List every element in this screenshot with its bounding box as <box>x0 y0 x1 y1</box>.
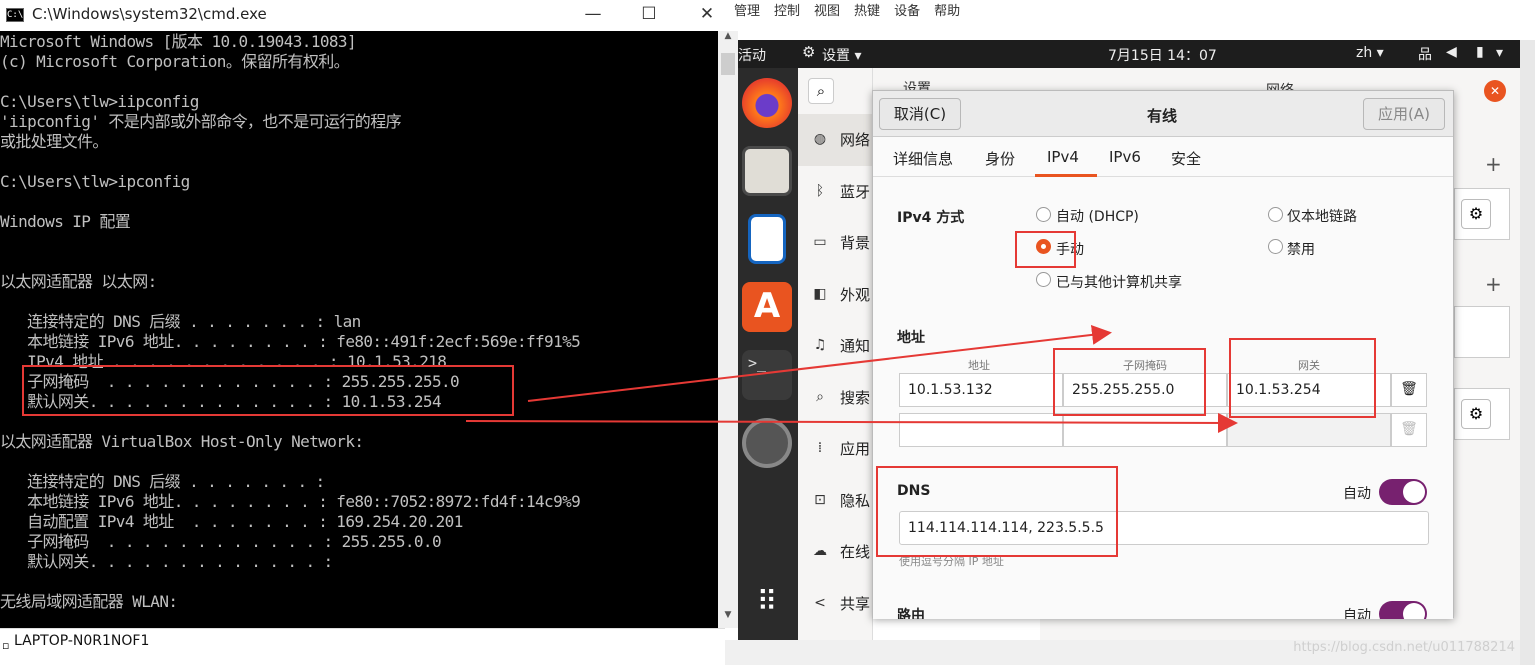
annotation-arrows <box>465 324 1238 433</box>
